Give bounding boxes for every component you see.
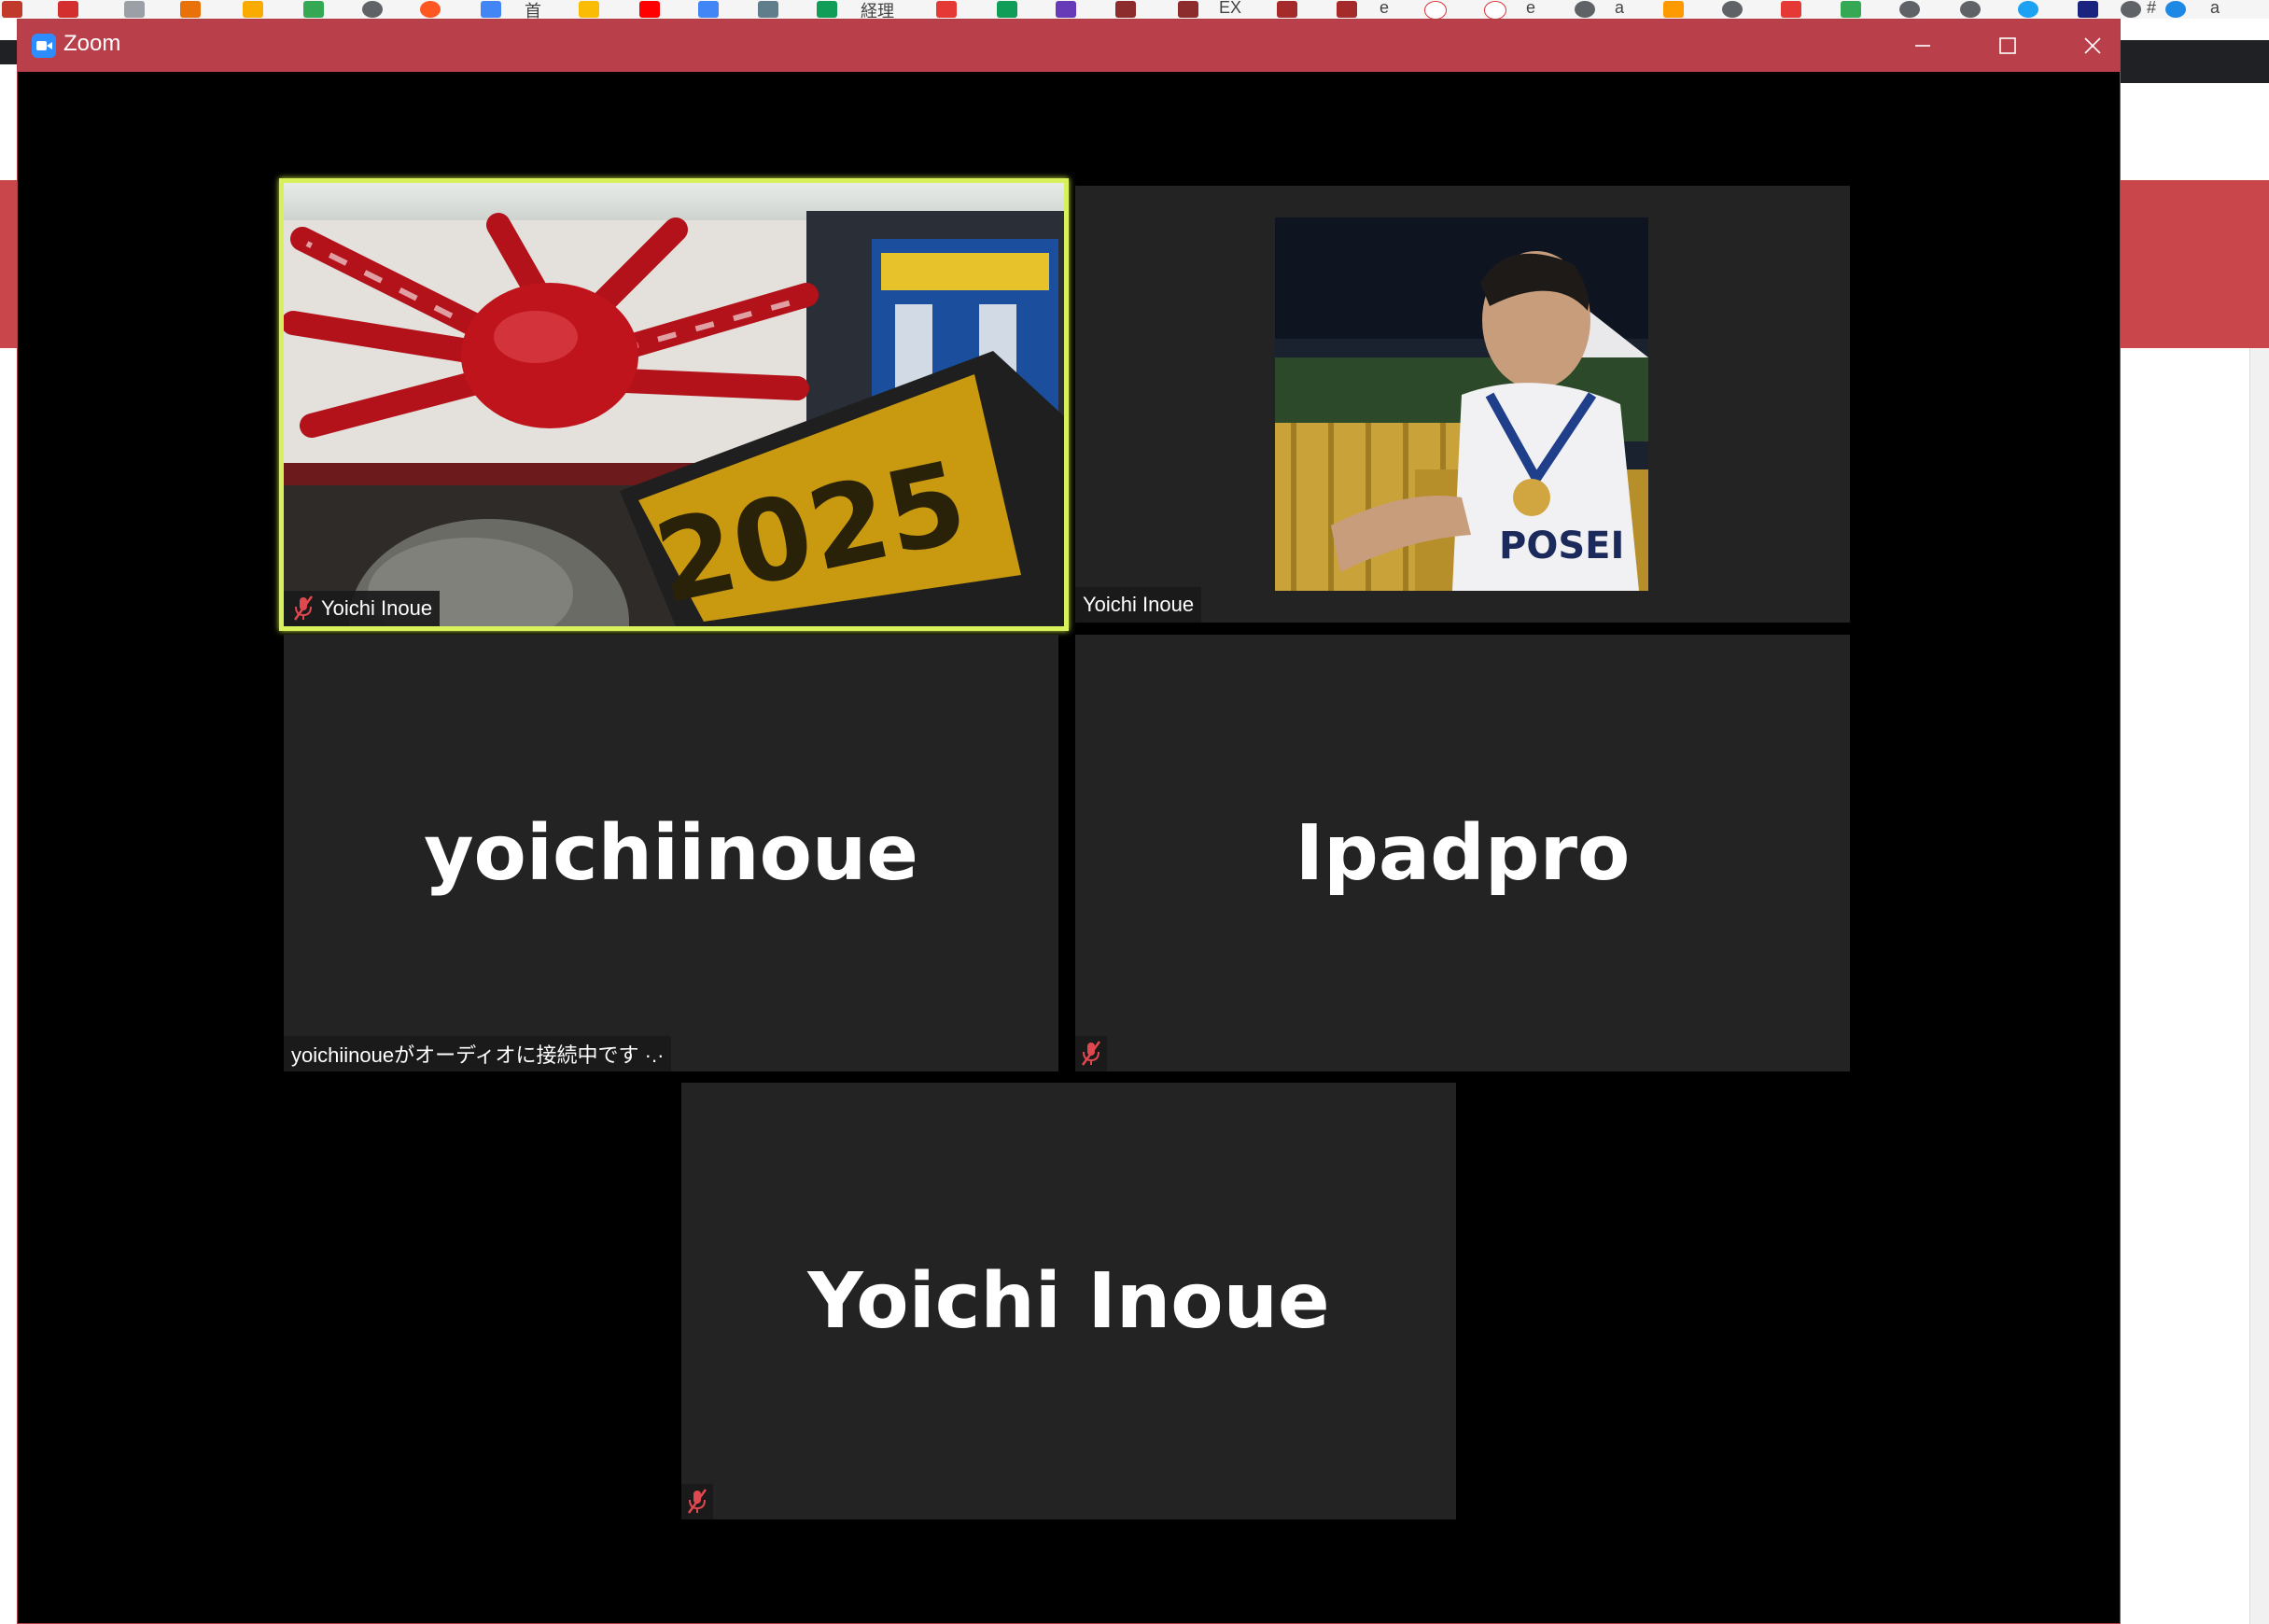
bookmark-icon[interactable]: [1277, 1, 1297, 18]
bookmark-icon[interactable]: [1337, 1, 1357, 18]
bookmark-icon[interactable]: [243, 1, 263, 18]
bookmark-icon[interactable]: [1484, 1, 1506, 19]
zoom-app-icon: [32, 34, 56, 58]
participant-tile-profile[interactable]: POSEI Yoichi Inoue: [1075, 186, 1850, 623]
sheets-icon[interactable]: [997, 1, 1017, 18]
participant-tile-no-video[interactable]: yoichiinoue yoichiinoueがオーディオに接続中です ·.·: [284, 635, 1058, 1071]
globe-icon[interactable]: [362, 1, 383, 18]
active-speaker-highlight: [279, 178, 1069, 631]
bookmark-label[interactable]: e: [1526, 0, 1535, 18]
bookmark-label[interactable]: a: [1615, 0, 1624, 18]
participant-name-label: Yoichi Inoue: [1075, 587, 1202, 623]
bookmark-icon[interactable]: [579, 1, 599, 18]
browser-tab-strip-left: [0, 40, 17, 64]
docs-icon[interactable]: [698, 1, 719, 18]
participant-display-name: Yoichi Inoue: [807, 1256, 1330, 1346]
browser-page-banner: [2121, 180, 2269, 348]
close-icon: [2084, 37, 2101, 54]
sheets-icon[interactable]: [817, 1, 837, 18]
audio-connecting-status: yoichiinoueがオーディオに接続中です ·.·: [284, 1036, 672, 1071]
browser-page-banner-left: [0, 180, 17, 348]
participant-name: Yoichi Inoue: [1083, 593, 1195, 616]
bookmark-label[interactable]: 経理: [861, 0, 894, 19]
zoom-window: Zoom 2025 Yoichi Inoue POSEI Yoichi Inou…: [17, 19, 2121, 1624]
docs-icon[interactable]: [481, 1, 501, 18]
participant-display-name: Ipadpro: [1295, 808, 1631, 898]
bookmark-icon[interactable]: [58, 1, 78, 18]
profile-photo: POSEI: [1275, 217, 1648, 591]
browser-tab-strip: [2121, 40, 2269, 83]
bookmark-icon[interactable]: [1115, 1, 1136, 18]
gmail-bookmark-icon[interactable]: [2, 1, 22, 18]
participant-display-name: yoichiinoue: [424, 808, 918, 898]
bookmark-icon[interactable]: [936, 1, 957, 18]
microphone-muted-icon: [1081, 1041, 1101, 1066]
browser-page-area: [2121, 83, 2269, 180]
participant-tile-no-video[interactable]: Yoichi Inoue: [681, 1083, 1456, 1519]
microphone-muted-icon: [687, 1489, 707, 1514]
bookmark-icon[interactable]: [124, 1, 145, 18]
svg-text:POSEI: POSEI: [1499, 525, 1624, 567]
title-bar[interactable]: Zoom: [18, 20, 2120, 72]
amazon-icon[interactable]: [1663, 1, 1684, 18]
minimize-button[interactable]: [1881, 20, 1965, 72]
bookmark-label[interactable]: 首: [525, 0, 541, 19]
bookmark-icon[interactable]: [1178, 1, 1198, 18]
maximize-icon: [1999, 37, 2016, 54]
globe-icon[interactable]: [2121, 1, 2141, 18]
bookmark-label[interactable]: EX: [1219, 0, 1241, 18]
youtube-icon[interactable]: [639, 1, 660, 18]
bookmark-icon[interactable]: [303, 1, 324, 18]
globe-icon[interactable]: [1575, 1, 1595, 18]
window-title: Zoom: [63, 31, 121, 56]
facebook-icon[interactable]: [2078, 1, 2098, 18]
bookmark-icon[interactable]: [2165, 1, 2186, 18]
bookmark-icon[interactable]: [758, 1, 778, 18]
globe-icon[interactable]: [1722, 1, 1743, 18]
forms-icon[interactable]: [1056, 1, 1076, 18]
browser-bookmarks-bar: 首 経理 EX e e a # a: [0, 0, 2269, 19]
bookmark-icon[interactable]: [1781, 1, 1801, 18]
bookmark-icon[interactable]: [420, 1, 441, 18]
bookmark-label[interactable]: a: [2210, 0, 2220, 18]
participant-name-label: [1075, 1036, 1107, 1071]
maximize-button[interactable]: [1966, 20, 2050, 72]
bookmark-label[interactable]: #: [2147, 0, 2156, 18]
browser-scrollbar[interactable]: [2249, 348, 2269, 1624]
bookmark-icon[interactable]: [1424, 1, 1447, 19]
participant-tile-no-video[interactable]: Ipadpro: [1075, 635, 1850, 1071]
globe-icon[interactable]: [1960, 1, 1981, 18]
status-text: yoichiinoueがオーディオに接続中です ·.·: [291, 1043, 665, 1067]
bookmark-label[interactable]: e: [1380, 0, 1389, 18]
close-button[interactable]: [2051, 20, 2135, 72]
minimize-icon: [1915, 45, 1930, 47]
globe-icon[interactable]: [1899, 1, 1920, 18]
bookmark-icon[interactable]: [180, 1, 201, 18]
twitter-icon[interactable]: [2018, 1, 2038, 18]
participant-name-label: [681, 1484, 713, 1519]
drive-icon[interactable]: [1841, 1, 1861, 18]
